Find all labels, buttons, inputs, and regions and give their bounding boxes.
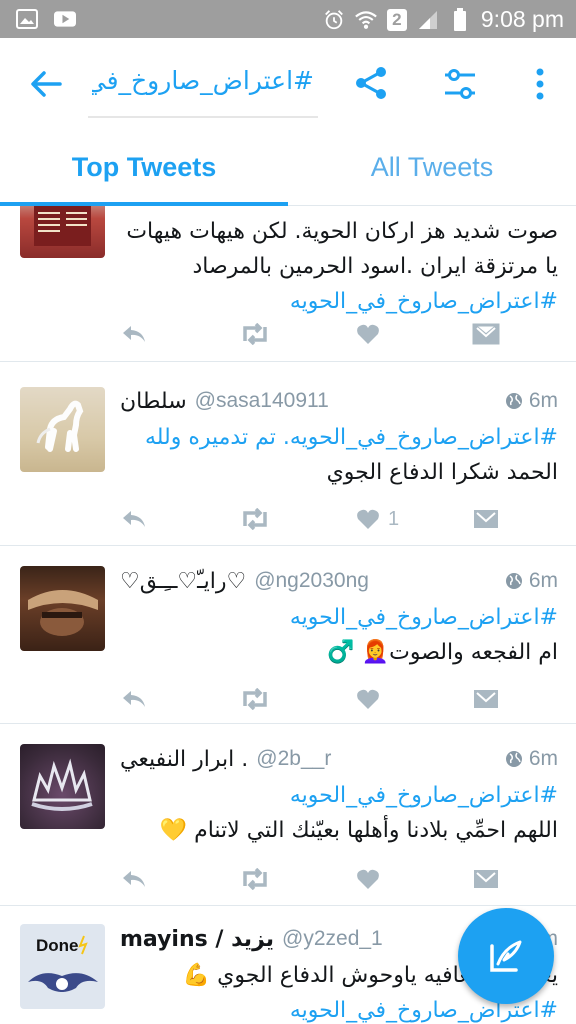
tweet-header: سلطان @sasa140911 6m xyxy=(120,384,558,418)
message-icon[interactable] xyxy=(472,319,500,349)
clock: 9:08 pm xyxy=(480,6,564,32)
tweet-actions: 1 xyxy=(120,504,500,534)
tweet-text: #اعتراض_صاروخ_في_الحويه. تم تدميره ولله … xyxy=(120,420,558,490)
tab-top-tweets[interactable]: Top Tweets xyxy=(0,128,288,206)
message-icon[interactable] xyxy=(472,504,500,534)
avatar xyxy=(20,206,105,258)
message-icon[interactable] xyxy=(472,864,500,894)
compose-tweet-button[interactable] xyxy=(458,908,554,1004)
compose-icon xyxy=(490,940,522,972)
hashtag-link[interactable]: #اعتراض_صاروخ_في_الحويه xyxy=(120,284,558,319)
tweet-text: #اعتراض_صاروخ_في_الحويه اللهم احمِّي بلا… xyxy=(120,778,558,848)
tweet-actions xyxy=(120,684,500,714)
retweet-icon[interactable] xyxy=(238,684,272,714)
time-label: 6m xyxy=(528,747,558,770)
time-label: 6m xyxy=(528,569,558,592)
avatar xyxy=(20,566,105,651)
reply-icon[interactable] xyxy=(120,684,148,714)
tweet-item[interactable]: ابرار النفيعي . @2b__r 6m #اعتراض_صاروخ_… xyxy=(0,724,576,906)
author-handle[interactable]: @2b__r xyxy=(256,747,331,771)
back-arrow-icon[interactable] xyxy=(26,64,66,104)
alarm-icon xyxy=(323,9,345,31)
filter-icon[interactable] xyxy=(442,66,478,102)
tweet-text: صوت شديد هز اركان الحوية. لكن هيهات هيها… xyxy=(120,214,558,319)
tweet-header: ابرار النفيعي . @2b__r 6m xyxy=(120,742,558,776)
signal-icon xyxy=(417,9,439,31)
tab-all-tweets[interactable]: All Tweets xyxy=(288,128,576,206)
heart-icon xyxy=(357,509,379,529)
like-count: 1 xyxy=(388,507,400,530)
tweet-line: اللهم احمِّي بلادنا وأهلها بعيّنك التي ل… xyxy=(159,818,558,843)
tweet-item[interactable]: سلطان @sasa140911 6m #اعتراض_صاروخ_في_ال… xyxy=(0,362,576,546)
reply-icon[interactable] xyxy=(120,319,148,349)
tweet-text: #اعتراض_صاروخ_في_الحويه ام الفجعه والصوت… xyxy=(120,600,558,670)
author-name[interactable]: mayins / يزيد xyxy=(120,927,274,952)
tweet-item[interactable]: صوت شديد هز اركان الحوية. لكن هيهات هيها… xyxy=(0,206,576,362)
hashtag-link[interactable]: #اعتراض_صاروخ_في_الحويه. تم تدميره ولله xyxy=(120,420,558,455)
battery-icon xyxy=(449,7,471,31)
globe-icon xyxy=(505,573,522,589)
hashtag-link[interactable]: #اعتراض_صاروخ_في_الحويه xyxy=(120,778,558,813)
tweet-line: ام الفجعه والصوت👩‍🦰 ♂️ xyxy=(327,640,558,665)
message-icon[interactable] xyxy=(472,684,500,714)
search-query: #اعتراض_صاروخ_في_ا xyxy=(92,66,314,95)
search-input[interactable]: #اعتراض_صاروخ_في_ا xyxy=(88,62,318,118)
author-name[interactable]: ♡رايـّ♡ــِـق♡ xyxy=(120,569,246,594)
reply-icon[interactable] xyxy=(120,864,148,894)
author-handle[interactable]: @sasa140911 xyxy=(195,389,329,413)
tweet-timestamp: 6m xyxy=(505,389,558,413)
status-bar: 2 9:08 pm xyxy=(0,0,576,38)
globe-icon xyxy=(505,393,522,409)
avatar xyxy=(20,744,105,829)
heart-icon[interactable] xyxy=(356,684,380,714)
sim-badge: 2 xyxy=(386,8,407,31)
tab-bar: Top Tweets All Tweets xyxy=(0,128,576,206)
heart-icon[interactable] xyxy=(356,864,380,894)
app-bar: #اعتراض_صاروخ_في_ا xyxy=(0,38,576,128)
tweet-actions xyxy=(120,864,500,894)
author-name[interactable]: سلطان xyxy=(120,389,187,414)
more-vert-icon[interactable] xyxy=(530,66,550,102)
wifi-icon xyxy=(355,9,377,31)
heart-icon[interactable] xyxy=(356,319,380,349)
image-icon xyxy=(16,8,38,30)
author-handle[interactable]: @ng2030ng xyxy=(254,569,369,593)
youtube-icon xyxy=(54,8,76,30)
tweet-line: صوت شديد هز اركان الحوية. لكن هيهات هيها… xyxy=(126,219,558,244)
author-name[interactable]: ابرار النفيعي . xyxy=(120,747,248,772)
retweet-icon[interactable] xyxy=(238,504,272,534)
avatar: Done xyxy=(20,924,105,1009)
tweet-feed[interactable]: صوت شديد هز اركان الحوية. لكن هيهات هيها… xyxy=(0,206,576,1024)
hashtag-link[interactable]: #اعتراض_صاروخ_في_الحويه xyxy=(120,600,558,635)
time-label: 6m xyxy=(528,389,558,412)
tweet-timestamp: 6m xyxy=(505,747,558,771)
tweet-timestamp: 6m xyxy=(505,569,558,593)
share-icon[interactable] xyxy=(352,64,390,102)
tweet-actions xyxy=(120,319,500,349)
author-handle[interactable]: @y2zed_1 xyxy=(282,927,383,951)
tweet-item[interactable]: ♡رايـّ♡ــِـق♡ @ng2030ng 6m #اعتراض_صاروخ… xyxy=(0,546,576,724)
globe-icon xyxy=(505,751,522,767)
tweet-header: ♡رايـّ♡ــِـق♡ @ng2030ng 6m xyxy=(120,564,558,598)
like-button[interactable]: 1 xyxy=(356,504,399,534)
tweet-line: يا مرتزقة ايران .اسود الحرمين بالمرصاد xyxy=(192,254,558,279)
avatar xyxy=(20,387,105,472)
retweet-icon[interactable] xyxy=(238,319,272,349)
tweet-line: الحمد شكرا الدفاع الجوي xyxy=(326,460,558,485)
reply-icon[interactable] xyxy=(120,504,148,534)
retweet-icon[interactable] xyxy=(238,864,272,894)
